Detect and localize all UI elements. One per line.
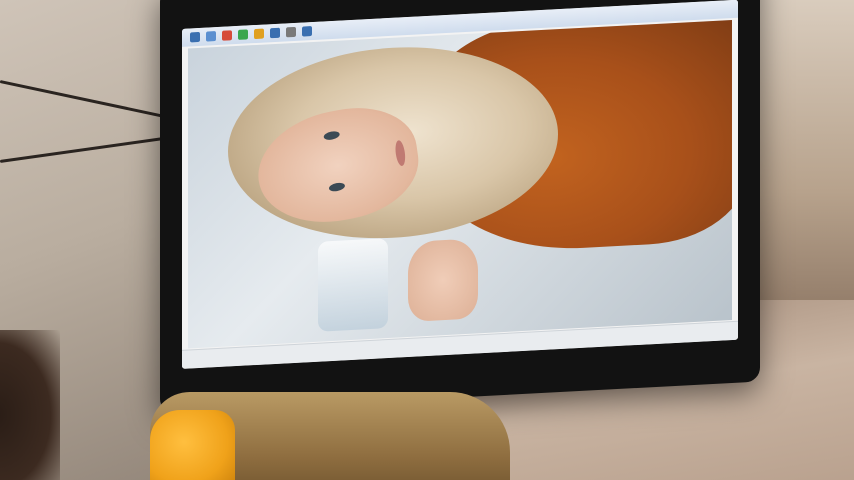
toolbar-icon[interactable]: [286, 26, 296, 38]
toolbar-icon[interactable]: [206, 31, 216, 42]
toolbar-icon[interactable]: [222, 30, 232, 41]
bottle-cap: [150, 410, 235, 480]
photo-scene: [0, 0, 854, 480]
toolbar-icon[interactable]: [254, 28, 264, 40]
wine-glass: [318, 238, 388, 332]
toolbar-icon[interactable]: [238, 29, 248, 40]
laptop-device: [160, 0, 760, 414]
lips: [394, 139, 407, 167]
hand: [408, 238, 478, 323]
eye: [323, 130, 341, 142]
toolbar-icon[interactable]: [302, 26, 312, 37]
eye: [328, 181, 346, 193]
toolbar-icon[interactable]: [190, 31, 200, 43]
displayed-photo: [188, 20, 732, 349]
laptop-screen: [182, 0, 738, 369]
dark-fabric: [0, 330, 60, 480]
toolbar-icon[interactable]: [270, 27, 280, 39]
